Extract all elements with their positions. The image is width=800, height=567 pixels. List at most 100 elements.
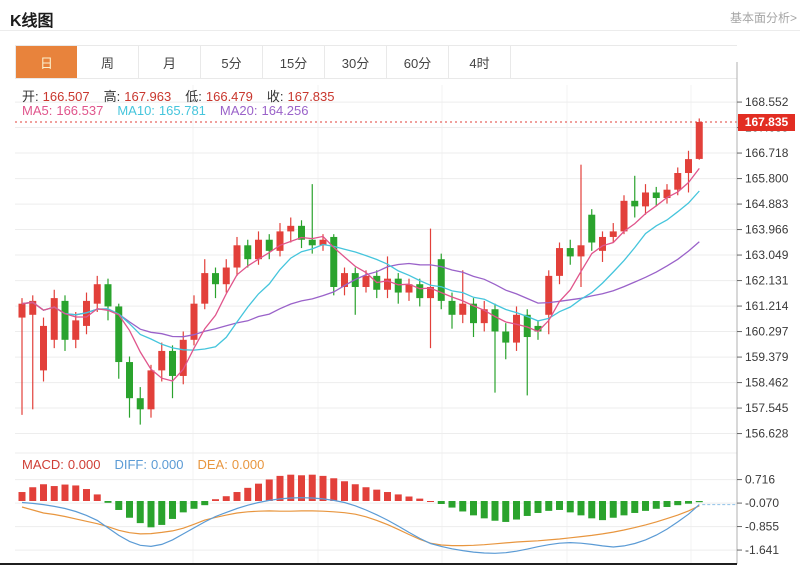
dea-line: [22, 506, 699, 546]
candle-body: [309, 240, 316, 246]
macd-legend: MACD:0.000DIFF:0.000DEA:0.000: [22, 457, 278, 472]
candle-body: [72, 320, 79, 339]
y-tick-label: 157.545: [745, 401, 789, 415]
macd-bar: [29, 487, 36, 501]
low-value: 166.479: [206, 89, 253, 104]
ma5-line: [22, 168, 699, 381]
candle-body: [492, 309, 499, 331]
macd-bar: [158, 501, 165, 525]
macd-bar: [40, 484, 47, 501]
macd-bar: [94, 494, 101, 501]
macd-bar: [567, 501, 574, 512]
macd-bar: [610, 501, 617, 518]
candle-body: [621, 201, 628, 232]
macd-histogram: [19, 475, 703, 528]
macd-bar: [352, 484, 359, 501]
candle-body: [685, 159, 692, 173]
candle-body: [19, 304, 26, 318]
ma10-line: [22, 191, 699, 350]
kline-app: K线图 基本面分析> 日周月5分15分30分60分4时 168.552167.6…: [0, 0, 800, 567]
candlesticks: [19, 118, 703, 424]
candle-body: [62, 301, 69, 340]
macd-bar: [277, 476, 284, 501]
macd-bar: [373, 490, 380, 501]
macd-bar: [287, 475, 294, 501]
macd-bar: [502, 501, 509, 522]
macd-bar: [406, 497, 413, 501]
macd-bar: [578, 501, 585, 515]
macd-tick-label: -0.855: [745, 520, 779, 534]
y-axis-labels: 168.552167.635166.718165.800164.883163.9…: [737, 95, 789, 557]
macd-bar: [19, 492, 26, 501]
current-price-badge: 167.835: [738, 114, 795, 131]
high-label: 高:: [104, 89, 121, 104]
macd-bar: [363, 487, 370, 501]
macd-tick-label: -1.641: [745, 543, 779, 557]
close-label: 收:: [267, 89, 284, 104]
candle-body: [363, 276, 370, 287]
macd-bar: [513, 501, 520, 520]
candle-body: [599, 237, 606, 251]
macd-bar: [234, 492, 241, 501]
candle-body: [223, 268, 230, 285]
candle-body: [201, 273, 208, 304]
candle-body: [642, 192, 649, 206]
y-tick-label: 156.628: [745, 427, 789, 441]
close-value: 167.835: [288, 89, 335, 104]
y-tick-label: 162.131: [745, 274, 789, 288]
macd-bar: [223, 496, 230, 501]
candle-body: [105, 284, 112, 306]
macd-bar: [72, 485, 79, 501]
candle-body: [696, 122, 703, 159]
candle-body: [653, 192, 660, 198]
macd-bar: [642, 501, 649, 511]
macd-bar: [416, 499, 423, 501]
macd-bar: [126, 501, 133, 518]
macd-bar: [169, 501, 176, 519]
y-tick-label: 165.800: [745, 172, 789, 186]
candle-body: [395, 279, 402, 293]
macd-bar: [62, 485, 69, 501]
y-tick-label: 166.718: [745, 146, 789, 160]
ma5-label: MA5:: [22, 103, 52, 118]
macd-bar: [438, 501, 445, 504]
candle-body: [148, 370, 155, 409]
macd-bar: [459, 501, 466, 511]
macd-bar: [621, 501, 628, 515]
macd-bar: [696, 501, 703, 502]
candle-body: [158, 351, 165, 370]
macd-bar: [105, 501, 112, 503]
candle-body: [438, 259, 445, 301]
y-tick-label: 163.049: [745, 248, 789, 262]
macd-bar: [653, 501, 660, 509]
macd-bar: [685, 501, 692, 504]
macd-bar: [201, 501, 208, 505]
diff-value: 0.000: [151, 457, 184, 472]
candle-body: [545, 276, 552, 315]
open-value: 166.507: [43, 89, 90, 104]
macd-bar: [320, 476, 327, 501]
macd-bar: [449, 501, 456, 508]
candle-body: [674, 173, 681, 190]
diff-label: DIFF:: [114, 457, 147, 472]
ma-legend: MA5:166.537MA10:165.781MA20:164.256: [22, 103, 323, 118]
candle-body: [578, 245, 585, 256]
macd-bar: [470, 501, 477, 515]
macd-bar: [180, 501, 187, 512]
dea-value: 0.000: [232, 457, 265, 472]
macd-bar: [115, 501, 122, 510]
macd-bar: [309, 475, 316, 501]
macd-bar: [631, 501, 638, 513]
candle-body: [502, 331, 509, 342]
candle-body: [287, 226, 294, 232]
macd-bar: [481, 501, 488, 518]
macd-label: MACD:: [22, 457, 64, 472]
macd-bar: [395, 494, 402, 501]
y-tick-label: 161.214: [745, 299, 789, 313]
macd-bar: [244, 488, 251, 501]
macd-bar: [83, 489, 90, 501]
macd-bar: [51, 486, 58, 501]
candle-body: [40, 326, 47, 370]
macd-bar: [492, 501, 499, 521]
candle-body: [459, 304, 466, 315]
